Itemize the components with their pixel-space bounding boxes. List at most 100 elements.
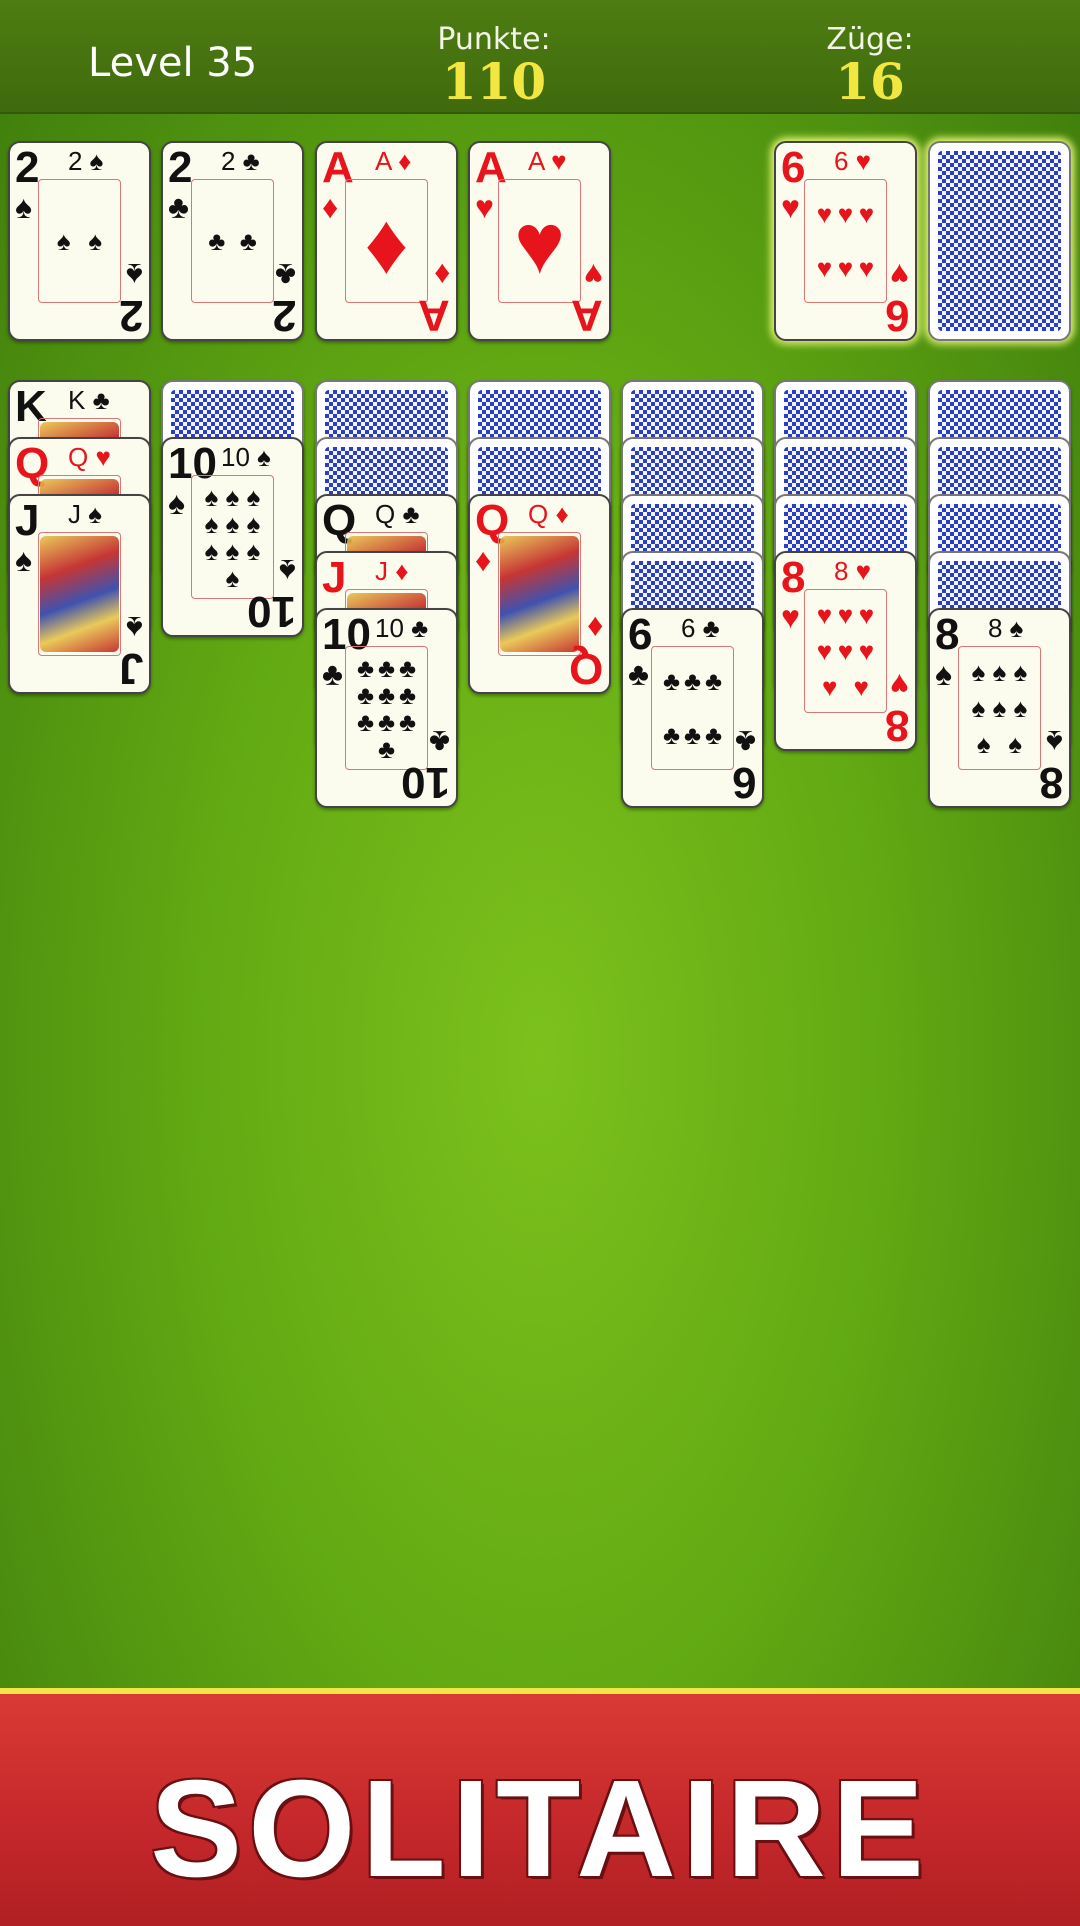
waste-card[interactable]: 6 ♥ 6 ♥ ♥ ♥ ♥ ♥ ♥ ♥ ♥ 6 [774,141,917,341]
foundation-card[interactable]: A ♥ A ♥ ♥ ♥ A [468,141,611,341]
card-pips: ♣ ♣ [201,187,264,295]
card-suit-icon: ♥ [781,189,800,225]
card-rank: 8 [781,553,806,602]
card-suit-icon: ♣ [275,257,296,293]
tableau-card[interactable]: 10 ♠ 10 ♠ ♠ ♠ ♠ ♠ ♠ ♠ ♠ ♠ ♠ ♠ ♠ 10 [161,437,304,637]
tableau-card[interactable]: 6 ♣ 6 ♣ ♣ ♣ ♣ ♣ ♣ ♣ ♣ 6 [621,608,764,808]
pip-icon: ♥ [816,600,833,630]
pip-icon: ♣ [398,652,417,683]
pip-icon: ♣ [662,666,681,696]
pip-icon: ♣ [377,679,396,710]
points-display: Punkte: 110 [394,24,594,108]
card-rank: J [322,553,347,602]
card-top-index: Q ♦ [528,499,569,529]
pip-icon: ♠ [971,657,986,687]
pip-icon: ♠ [1013,657,1028,687]
pip-icon: ♥ [853,672,869,702]
card-suit-icon: ♣ [628,656,649,692]
pip-icon: ♠ [992,657,1007,687]
card-rank: J [15,496,40,545]
pip-icon: ♠ [976,729,991,759]
pip-icon: ♣ [377,652,396,683]
card-top-index: K ♣ [68,385,110,415]
pip-icon: ♠ [225,562,240,593]
card-suit-icon: ♥ [890,257,909,293]
card-pips: ♠ ♠ ♠ ♠ ♠ ♠ ♠ ♠ ♠ ♠ [201,483,264,591]
card-top-index: J ♦ [375,556,409,586]
card-pips: ♣ ♣ ♣ ♣ ♣ ♣ ♣ ♣ ♣ ♣ [355,654,418,762]
pip-icon: ♠ [971,693,986,723]
tableau-card[interactable]: 8 ♥ 8 ♥ ♥ ♥ ♥ ♥ ♥ ♥ ♥ ♥ ♥ 8 [774,551,917,751]
pip-icon: ♣ [356,679,375,710]
pip-icon: ♣ [683,666,702,696]
card-suit-icon: ♥ [584,257,603,293]
card-suit-icon: ♥ [890,667,909,703]
pip-icon: ♣ [704,666,723,696]
card-pips: ♣ ♣ ♣ ♣ ♣ ♣ [661,654,724,762]
pip-icon: ♥ [837,253,854,283]
pip-icon: ♠ [1008,729,1023,759]
pip-icon: ♣ [398,679,417,710]
pip-icon: ♣ [356,652,375,683]
card-top-index: 6 ♥ [834,146,872,176]
pip-icon: ♥ [858,253,875,283]
pip-icon: ♥ [858,636,875,666]
pip-icon: ♠ [1013,693,1028,723]
card-suit-icon: ♣ [322,656,343,692]
tableau-card[interactable]: J ♠ J ♠ ♠ J [8,494,151,694]
card-rank-inverted: 2 [118,291,143,340]
pip-icon: ♥ [816,199,833,229]
foundation-card[interactable]: 2 ♠ 2 ♠ ♠ ♠ ♠ 2 [8,141,151,341]
pip-icon: ♥ [837,636,854,666]
card-top-index: Q ♥ [68,442,111,472]
pip-icon: ♠ [204,535,219,566]
card-pips: ♠ ♠ [48,187,111,295]
title-banner: SOLITAIRE [0,1688,1080,1926]
pip-icon: ♠ [204,508,219,539]
pip-icon: ♠ [992,693,1007,723]
points-value: 110 [441,52,547,111]
card-top-index: A ♥ [528,146,567,176]
foundation-card[interactable]: 2 ♣ 2 ♣ ♣ ♣ ♣ 2 [161,141,304,341]
tableau-card[interactable]: 8 ♠ 8 ♠ ♠ ♠ ♠ ♠ ♠ ♠ ♠ ♠ ♠ 8 [928,608,1071,808]
card-suit-icon: ♦ [475,542,492,578]
card-rank-inverted: J [118,644,143,693]
moves-display: Züge: 16 [770,24,970,108]
card-suit-icon: ♣ [429,724,450,760]
card-rank-inverted: A [418,291,450,340]
top-bar: Level 35 Punkte: 110 Züge: 16 [0,0,1080,114]
pip-icon: ♣ [683,720,702,750]
card-suit-icon: ♣ [735,724,756,760]
card-top-index: 2 ♣ [221,146,260,176]
pip-icon: ♥ [858,199,875,229]
card-top-index: 8 ♠ [988,613,1024,643]
pip-icon: ♣ [704,720,723,750]
stock-pile[interactable] [928,141,1071,341]
card-back-pattern [938,151,1061,331]
card-suit-icon: ♠ [168,485,185,521]
pip-icon: ♠ [225,481,240,512]
card-suit-icon: ♠ [935,656,952,692]
card-pips: ♠ ♠ ♠ ♠ ♠ ♠ ♠ ♠ [968,654,1031,762]
card-top-index: 8 ♥ [834,556,872,586]
pip-icon: ♠ [225,535,240,566]
pip-icon: ♥ [837,600,854,630]
card-suit-icon: ♠ [126,257,143,293]
card-rank-inverted: 6 [731,758,756,807]
pip-icon: ♣ [398,706,417,737]
card-suit-icon: ♠ [126,610,143,646]
tableau-card[interactable]: 10 ♣ 10 ♣ ♣ ♣ ♣ ♣ ♣ ♣ ♣ ♣ ♣ ♣ ♣ 10 [315,608,458,808]
card-top-index: 10 ♣ [375,613,429,643]
face-card-portrait [40,536,119,652]
card-top-index: J ♠ [68,499,103,529]
card-rank-inverted: 10 [401,758,450,807]
card-top-index: A ♦ [375,146,412,176]
card-suit-icon: ♠ [1046,724,1063,760]
card-top-index: 10 ♠ [221,442,271,472]
foundation-card[interactable]: A ♦ A ♦ ♦ ♦ A [315,141,458,341]
card-rank: 6 [628,610,653,659]
card-rank: 8 [935,610,960,659]
pip-icon: ♣ [208,226,226,256]
tableau-card[interactable]: Q ♦ Q ♦ ♦ Q [468,494,611,694]
card-rank-inverted: 2 [271,291,296,340]
